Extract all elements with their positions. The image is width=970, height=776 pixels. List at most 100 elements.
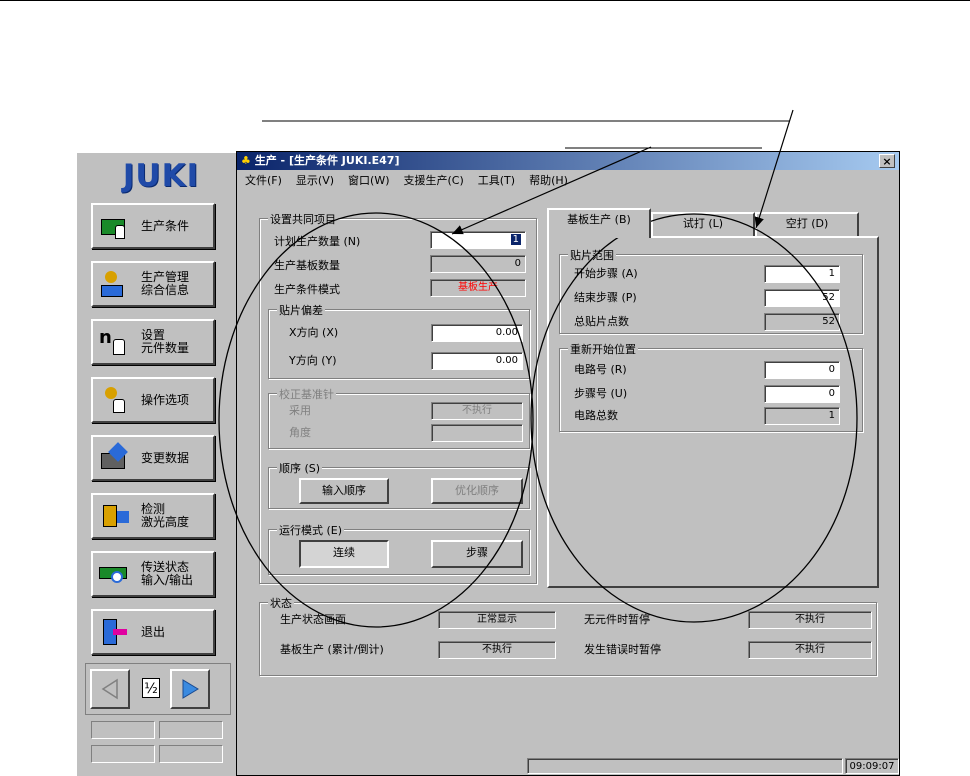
close-icon: × [882, 155, 892, 168]
menu-file[interactable]: 文件(F) [245, 174, 282, 187]
status-title: 状态 [268, 595, 294, 611]
tab-board-production[interactable]: 基板生产 (B) [547, 208, 651, 238]
x-offset-input[interactable]: 0.00 [431, 324, 523, 342]
menu-tools[interactable]: 工具(T) [478, 174, 515, 187]
transport-io-label: 传送状态 输入/输出 [141, 560, 194, 587]
input-order-button[interactable]: 输入顺序 [299, 478, 389, 504]
mode-value: 基板生产 [430, 279, 526, 297]
step-mode-button[interactable]: 步骤 [431, 540, 523, 568]
status-screen-label: 生产状态画面 [280, 613, 346, 626]
tab-panel: 贴片范围 开始步骤 (A) 1 结束步骤 (P) 52 总贴片点数 52 重新开… [547, 236, 879, 588]
change-data-icon [99, 442, 133, 473]
angle-label: 角度 [289, 426, 311, 439]
nocomp-pause-value: 不执行 [748, 611, 872, 629]
mount-range-group: 贴片范围 开始步骤 (A) 1 结束步骤 (P) 52 总贴片点数 52 [559, 247, 863, 334]
transport-io-button[interactable]: 传送状态 输入/输出 [91, 551, 215, 597]
component-count-label: 设置 元件数量 [141, 328, 190, 355]
circuit-total-label: 电路总数 [574, 409, 618, 422]
plan-qty-input[interactable]: 1 [430, 231, 526, 249]
production-window: ♣ 生产 - [生产条件 JUKI.E47] × 文件(F) 显示(V) 窗口(W)… [236, 151, 900, 776]
operation-option-icon [99, 385, 133, 415]
aux-slot-2 [159, 721, 223, 739]
exit-label: 退出 [141, 624, 166, 639]
laser-height-button[interactable]: 检测 激光高度 [91, 493, 215, 539]
start-step-label: 开始步骤 (A) [574, 267, 638, 280]
status-screen-value: 正常显示 [438, 611, 556, 629]
common-settings-group: 设置共同项目 计划生产数量 (N) 1 生产基板数量 0 生产条件模式 基板生产… [259, 211, 537, 584]
close-button[interactable]: × [879, 154, 895, 168]
transport-io-icon [99, 559, 133, 589]
error-pause-label: 发生错误时暂停 [584, 643, 661, 656]
run-mode-group: 运行模式 (E) 连续 步骤 [268, 522, 530, 575]
operation-option-label: 操作选项 [141, 392, 190, 407]
optimize-order-button[interactable]: 优化顺序 [431, 478, 523, 504]
production-info-icon [99, 269, 133, 299]
board-count-value: 不执行 [438, 641, 556, 659]
aux-slot-4 [159, 745, 223, 763]
circuit-no-input[interactable]: 0 [764, 361, 840, 379]
triangle-right-icon [182, 679, 199, 699]
status-bar-pane [527, 758, 843, 774]
change-data-button[interactable]: 变更数据 [91, 435, 215, 481]
y-offset-input[interactable]: 0.00 [431, 352, 523, 370]
component-count-button[interactable]: n 设置 元件数量 [91, 319, 215, 365]
operation-option-button[interactable]: 操作选项 [91, 377, 215, 423]
menu-window[interactable]: 窗口(W) [348, 174, 389, 187]
menu-view[interactable]: 显示(V) [296, 174, 334, 187]
mode-label: 生产条件模式 [274, 283, 340, 296]
y-offset-label: Y方向 (Y) [289, 354, 337, 367]
app-icon: ♣ [241, 154, 251, 167]
order-group-title: 顺序 (S) [277, 460, 323, 476]
clock: 09:09:07 [845, 758, 899, 774]
next-page-button[interactable] [170, 669, 210, 709]
angle-value [431, 424, 523, 442]
restart-group: 重新开始位置 电路号 (R) 0 步骤号 (U) 0 电路总数 1 [559, 341, 863, 432]
run-mode-title: 运行模式 (E) [277, 522, 345, 538]
exit-icon [99, 617, 133, 647]
triangle-left-icon [101, 678, 118, 700]
continuous-mode-button[interactable]: 连续 [299, 540, 389, 568]
prev-page-button[interactable] [90, 669, 130, 709]
production-info-label: 生产管理 综合信息 [141, 270, 190, 297]
laser-height-icon [99, 501, 133, 531]
menu-support[interactable]: 支援生产(C) [404, 174, 464, 187]
pin-group: 校正基准针 采用 不执行 角度 [268, 386, 530, 449]
board-count-label: 基板生产 (累计/倒计) [280, 643, 384, 656]
end-step-input[interactable]: 52 [764, 289, 840, 307]
laser-height-label: 检测 激光高度 [141, 502, 190, 529]
step-no-label: 步骤号 (U) [574, 387, 628, 400]
offset-group: 贴片偏差 X方向 (X) 0.00 Y方向 (Y) 0.00 [268, 302, 530, 379]
title-bar: ♣ 生产 - [生产条件 JUKI.E47] × [237, 152, 899, 170]
sidebar: JUKI 生产条件 生产管理 综合信息 n 设置 元件数量 操作选项 变更数据 … [75, 151, 236, 776]
pin-group-title: 校正基准针 [277, 386, 336, 402]
mount-range-title: 贴片范围 [568, 247, 616, 263]
change-data-label: 变更数据 [141, 450, 190, 465]
menu-help[interactable]: 帮助(H) [529, 174, 568, 187]
tab-dry-run[interactable]: 空打 (D) [755, 212, 859, 236]
page-top-rule [0, 0, 970, 1]
step-no-input[interactable]: 0 [764, 385, 840, 403]
production-condition-label: 生产条件 [141, 218, 190, 233]
offset-group-title: 贴片偏差 [277, 302, 325, 318]
production-condition-button[interactable]: 生产条件 [91, 203, 215, 249]
status-bar: 09:09:07 [237, 756, 899, 775]
start-step-input[interactable]: 1 [764, 265, 840, 283]
production-info-button[interactable]: 生产管理 综合信息 [91, 261, 215, 307]
aux-slot-3 [91, 745, 155, 763]
exit-button[interactable]: 退出 [91, 609, 215, 655]
x-offset-label: X方向 (X) [289, 326, 339, 339]
common-settings-title: 设置共同项目 [268, 211, 338, 227]
status-group: 状态 生产状态画面 正常显示 基板生产 (累计/倒计) 不执行 无元件时暂停 不… [259, 595, 877, 676]
page-navigator: ½ [85, 663, 231, 715]
circuit-total-value: 1 [764, 407, 840, 425]
order-group: 顺序 (S) 输入顺序 优化顺序 [268, 460, 530, 509]
juki-logo: JUKI [91, 161, 231, 192]
aux-slot-1 [91, 721, 155, 739]
error-pause-value: 不执行 [748, 641, 872, 659]
tab-trial[interactable]: 试打 (L) [651, 212, 755, 236]
window-title: 生产 - [生产条件 JUKI.E47] [254, 154, 400, 167]
plan-qty-label: 计划生产数量 (N) [274, 235, 361, 248]
nocomp-pause-label: 无元件时暂停 [584, 613, 650, 626]
restart-title: 重新开始位置 [568, 341, 638, 357]
board-qty-label: 生产基板数量 [274, 259, 340, 272]
